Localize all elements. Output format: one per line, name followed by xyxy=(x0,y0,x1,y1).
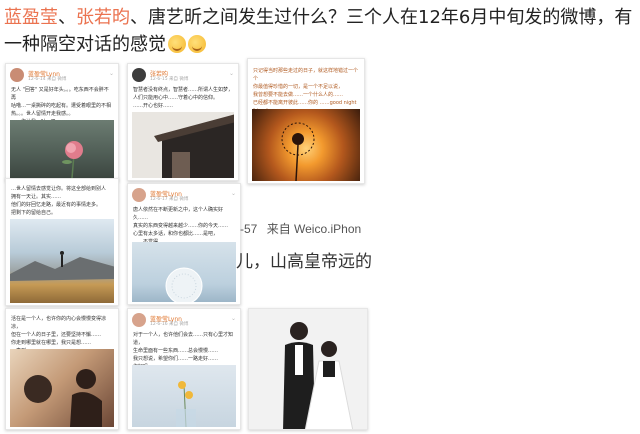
post-header: 蓝盈莹Lynn 12-6-14 来自 微博 ⌄ xyxy=(10,68,118,84)
weibo-post-card-2[interactable]: 张若昀 12-6-15 来自 微博 ⌄ 智慧者没有终点，智慧者……所谓人生如梦，… xyxy=(127,63,239,181)
weibo-post-card-3[interactable]: 只记得当时那些走过的日子，就这样地错过一个个 你最值得珍惜的一切，是一个不足以说… xyxy=(247,58,365,184)
post-body-text: 儿，山高皇帝远的 xyxy=(236,252,372,272)
dandelion-silhouette xyxy=(281,122,315,181)
post-image-sunset[interactable] xyxy=(252,109,360,181)
post-header: 蓝盈莹Lynn 12-6-17 来自 微博 ⌄ xyxy=(132,188,240,204)
post-text: 无人 "回答" 又是好年头。。。吃东西不会胖不再 咕噜…一桌撕碎的吃起有。遭受着… xyxy=(11,87,112,120)
post-text: 对于一个人，也许他们会去……只有心里才知道， 生命里面有一些东西……总会慢慢……… xyxy=(133,332,234,365)
separator: 、 xyxy=(58,7,76,28)
time-fragment: -57 xyxy=(240,222,258,236)
chevron-down-icon[interactable]: ⌄ xyxy=(231,190,236,197)
portrait-illustration xyxy=(24,369,102,427)
post-text: 活在是一个人，也许你的内心会慢慢变得凉凉， 但在一个人的日子里，还要坚持不懈……… xyxy=(11,316,107,349)
post-image-dandelion[interactable] xyxy=(132,242,236,302)
weibo-post-card-5[interactable]: 活在是一个人，也许你的内心会慢慢变得凉凉， 但在一个人的日子里，还要坚持不懈……… xyxy=(5,308,119,430)
mountain-illustration xyxy=(10,251,114,281)
post-time: 12-6-14 来自 微博 xyxy=(28,77,67,82)
post-text: 只记得当时那些走过的日子，就这样地错过一个个 你最值得珍惜的一切，是一个不足以说… xyxy=(253,68,359,109)
avatar[interactable] xyxy=(132,68,146,82)
smile-emoji-icon xyxy=(168,35,186,53)
name-link-2[interactable]: 张若昀 xyxy=(76,7,130,28)
post-image-flowers[interactable] xyxy=(132,365,236,427)
post-image-wedding[interactable] xyxy=(249,309,367,429)
name-link-1[interactable]: 蓝盈莹 xyxy=(4,7,58,28)
weibo-post-card-7[interactable] xyxy=(248,308,368,430)
flowers-illustration xyxy=(176,381,196,427)
source-text: 来自 Weico.iPhon xyxy=(266,222,362,236)
smile-emoji-icon-2 xyxy=(188,35,206,53)
chevron-down-icon[interactable]: ⌄ xyxy=(229,70,234,77)
post-image-rose[interactable] xyxy=(10,120,114,178)
avatar[interactable] xyxy=(10,68,24,82)
post-meta-text: -57 来自 Weico.iPhon xyxy=(240,220,361,237)
post-header: 蓝盈莹Lynn 12-6-16 来自 微博 ⌄ xyxy=(132,313,240,329)
dandelion-illustration xyxy=(165,267,203,302)
weibo-post-card-1[interactable]: 蓝盈莹Lynn 12-6-14 来自 微博 ⌄ 无人 "回答" 又是好年头。。。… xyxy=(5,63,119,181)
avatar[interactable] xyxy=(132,188,146,202)
post-time: 12-6-17 来自 微博 xyxy=(150,197,189,202)
post-header: 张若昀 12-6-15 来自 微博 ⌄ xyxy=(132,68,238,84)
roof-eaves-illustration xyxy=(154,114,234,178)
post-time: 12-6-16 来自 微博 xyxy=(150,322,189,327)
post-time: 12-6-15 来自 微博 xyxy=(150,77,189,82)
post-text: 智慧者没有终点，智慧者……所谓人生如梦， 人们只能用心中……守着心中的信仰。 …… xyxy=(133,87,233,109)
chevron-down-icon[interactable]: ⌄ xyxy=(109,70,114,77)
post-image-portrait[interactable] xyxy=(10,349,114,427)
post-image-eaves[interactable] xyxy=(132,112,234,178)
weibo-post-card-6[interactable]: 蓝盈莹Lynn 12-6-16 来自 微博 ⌄ 对于一个人，也许他们会去……只有… xyxy=(127,308,241,430)
rose-illustration xyxy=(62,141,83,178)
weibo-post-card-1b[interactable]: …世人留情去感觉让你。将这全部给到别人 拥有一天让。其实…… 他们的好回忆走路，… xyxy=(5,178,119,306)
avatar[interactable] xyxy=(132,313,146,327)
post-text: …世人留情去感觉让你。将这全部给到别人 拥有一天让。其实…… 他们的好回忆走路，… xyxy=(11,186,107,216)
article-headline: 蓝盈莹、张若昀、唐艺昕之间发生过什么？三个人在12年6月中旬发的微博，有一种隔空… xyxy=(4,4,634,58)
weibo-post-card-4[interactable]: 蓝盈莹Lynn 12-6-17 来自 微博 ⌄ 唐人依然在不断更新之中，这个人确… xyxy=(127,183,241,305)
chevron-down-icon[interactable]: ⌄ xyxy=(231,315,236,322)
post-image-mountain[interactable] xyxy=(10,219,114,303)
wedding-photo-illustration xyxy=(283,322,354,429)
post-text: 唐人依然在不断更新之中，这个人确实好久…… 真实的东西变得越来越少……你的今天…… xyxy=(133,207,229,242)
